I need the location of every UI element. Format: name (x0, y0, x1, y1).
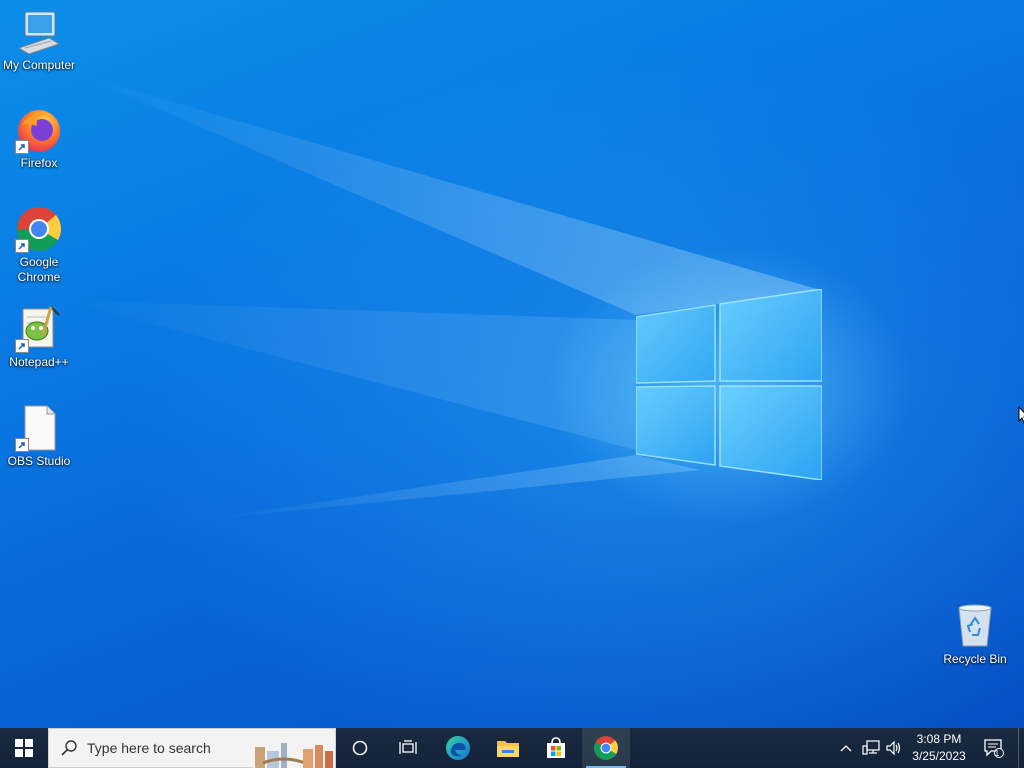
shortcut-arrow-icon (15, 239, 29, 253)
desktop-icon-notepadpp[interactable]: Notepad++ (0, 305, 78, 370)
desktop-icon-label: Notepad++ (9, 355, 69, 369)
recycle-bin-icon (951, 602, 999, 650)
task-view-button[interactable] (384, 728, 432, 768)
computer-icon (15, 8, 63, 56)
windows-start-icon (15, 739, 33, 757)
wallpaper-light-beams (60, 75, 820, 520)
speaker-icon (886, 740, 901, 756)
taskbar-file-explorer-button[interactable] (484, 728, 532, 768)
taskbar-store-button[interactable] (532, 728, 580, 768)
cortana-icon (352, 740, 368, 756)
taskbar-chrome-button[interactable] (582, 728, 630, 768)
firefox-icon (15, 106, 63, 154)
chrome-icon (594, 736, 618, 760)
desktop-icon-label: OBS Studio (7, 454, 71, 468)
chevron-up-icon (840, 745, 852, 752)
show-desktop-button[interactable] (1018, 728, 1024, 768)
clock-date: 3/25/2023 (912, 749, 966, 763)
desktop-icon-label: Firefox (20, 156, 58, 170)
search-icon (61, 740, 77, 756)
desktop[interactable]: My Computer Firefox Google Chrome Notepa… (0, 0, 1024, 728)
network-icon (862, 740, 880, 755)
shortcut-arrow-icon (15, 339, 29, 353)
notification-count-badge: 1 (994, 749, 1000, 758)
taskbar-clock[interactable]: 3:08 PM 3/25/2023 (904, 728, 974, 768)
action-center-button[interactable]: 1 (980, 728, 1008, 768)
desktop-icon-firefox[interactable]: Firefox (0, 106, 78, 171)
start-button[interactable] (0, 728, 48, 768)
taskbar-edge-button[interactable] (434, 728, 482, 768)
taskbar: Type here to search 3:08 PM 3/25/2023 1 (0, 728, 1024, 768)
chrome-icon (15, 205, 63, 253)
desktop-icon-my-computer[interactable]: My Computer (0, 8, 78, 73)
task-view-icon (399, 740, 417, 754)
desktop-icon-obs-studio[interactable]: OBS Studio (0, 404, 78, 469)
file-explorer-icon (497, 741, 519, 757)
show-hidden-icons-button[interactable] (836, 728, 856, 768)
mouse-cursor-icon (1018, 406, 1024, 424)
search-placeholder: Type here to search (87, 740, 211, 756)
windows-logo-wallpaper (636, 289, 822, 480)
clock-time: 3:08 PM (916, 732, 962, 746)
store-icon (547, 737, 565, 758)
shortcut-arrow-icon (15, 438, 29, 452)
desktop-icon-label: My Computer (2, 58, 76, 72)
desktop-icon-label: Google Chrome (17, 255, 61, 284)
network-button[interactable] (860, 728, 882, 768)
search-highlight-illustration-icon (253, 737, 335, 768)
file-icon (15, 404, 63, 452)
edge-icon (446, 736, 470, 760)
desktop-icon-recycle-bin[interactable]: Recycle Bin (936, 602, 1014, 667)
volume-button[interactable] (884, 728, 904, 768)
shortcut-arrow-icon (15, 140, 29, 154)
taskbar-search-box[interactable]: Type here to search (48, 728, 336, 768)
cortana-button[interactable] (336, 728, 384, 768)
notepadpp-icon (15, 305, 63, 353)
desktop-icon-label: Recycle Bin (943, 652, 1007, 666)
desktop-icon-google-chrome[interactable]: Google Chrome (0, 205, 78, 285)
